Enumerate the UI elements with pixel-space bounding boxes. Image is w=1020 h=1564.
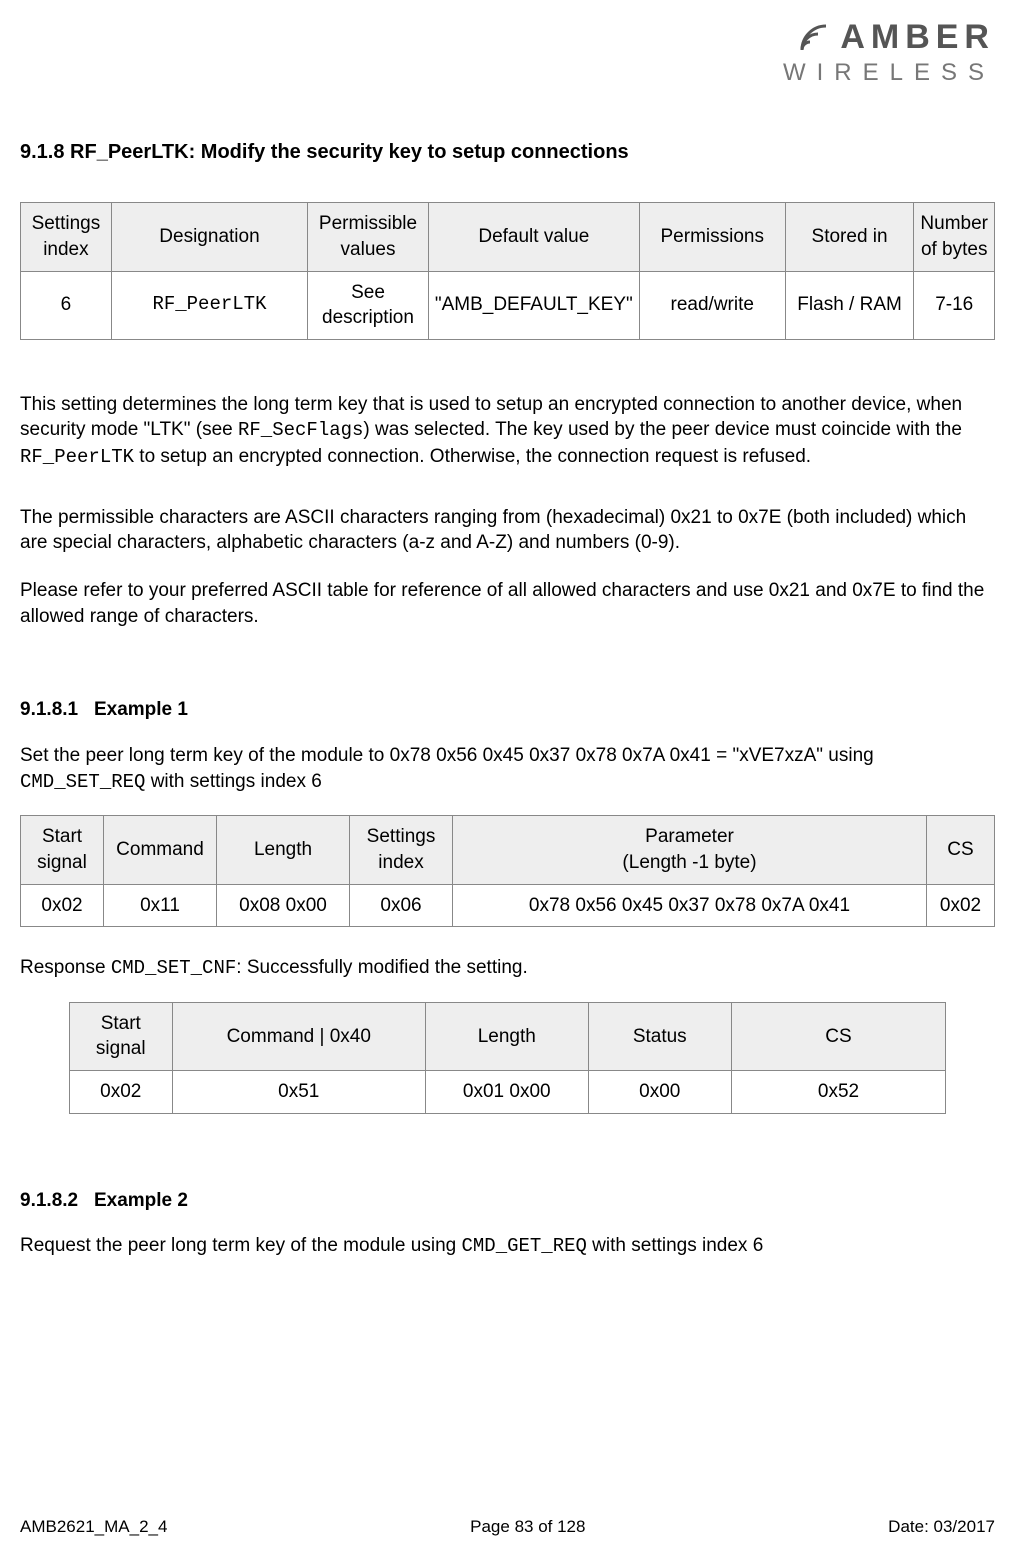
t2r1: 0x51 — [172, 1071, 425, 1114]
t1r4: 0x78 0x56 0x45 0x37 0x78 0x7A 0x41 — [453, 884, 927, 927]
th-bytes: Number of bytes — [914, 203, 995, 271]
logo-text-1: AMBER — [840, 15, 995, 61]
brand-logo: AMBER WIRELESS — [741, 15, 995, 89]
t2r3: 0x00 — [588, 1071, 731, 1114]
th-designation: Designation — [111, 203, 307, 271]
footer-left: AMB2621_MA_2_4 — [20, 1516, 167, 1539]
th-default: Default value — [428, 203, 639, 271]
t1h5: CS — [927, 816, 995, 884]
paragraph-3: Please refer to your preferred ASCII tab… — [20, 578, 995, 629]
example1-request-table: Start signal Command Length Settings ind… — [20, 815, 995, 927]
t2r0: 0x02 — [69, 1071, 172, 1114]
example2-heading: 9.1.8.2 Example 2 — [20, 1188, 995, 1214]
t2h4: CS — [731, 1002, 946, 1070]
td-permissible: See description — [308, 271, 429, 339]
td-designation: RF_PeerLTK — [111, 271, 307, 339]
settings-table: Settings index Designation Permissible v… — [20, 202, 995, 340]
th-permissions: Permissions — [639, 203, 785, 271]
example1-intro: Set the peer long term key of the module… — [20, 743, 995, 795]
td-stored: Flash / RAM — [785, 271, 914, 339]
logo-text-2: WIRELESS — [741, 57, 995, 89]
t1r1: 0x11 — [104, 884, 217, 927]
td-permissions: read/write — [639, 271, 785, 339]
t2r4: 0x52 — [731, 1071, 946, 1114]
th-permissible: Permissible values — [308, 203, 429, 271]
page-footer: AMB2621_MA_2_4 Page 83 of 128 Date: 03/2… — [20, 1516, 995, 1544]
th-stored: Stored in — [785, 203, 914, 271]
td-default: "AMB_DEFAULT_KEY" — [428, 271, 639, 339]
wave-icon — [798, 22, 838, 54]
example1-response-table: Start signal Command | 0x40 Length Statu… — [69, 1002, 947, 1114]
t1h4: Parameter(Length -1 byte) — [453, 816, 927, 884]
t1h0: Start signal — [21, 816, 104, 884]
t2h2: Length — [425, 1002, 588, 1070]
t1r3: 0x06 — [350, 884, 453, 927]
th-settings-index: Settings index — [21, 203, 112, 271]
td-index: 6 — [21, 271, 112, 339]
t2h3: Status — [588, 1002, 731, 1070]
t1r2: 0x08 0x00 — [217, 884, 350, 927]
t1r0: 0x02 — [21, 884, 104, 927]
t1h2: Length — [217, 816, 350, 884]
paragraph-1: This setting determines the long term ke… — [20, 392, 995, 471]
footer-center: Page 83 of 128 — [470, 1516, 585, 1539]
example1-heading: 9.1.8.1 Example 1 — [20, 697, 995, 723]
footer-right: Date: 03/2017 — [888, 1516, 995, 1539]
t1r5: 0x02 — [927, 884, 995, 927]
t2h1: Command | 0x40 — [172, 1002, 425, 1070]
t1h3: Settings index — [350, 816, 453, 884]
section-heading: 9.1.8 RF_PeerLTK: Modify the security ke… — [20, 139, 995, 166]
paragraph-2: The permissible characters are ASCII cha… — [20, 505, 995, 556]
t2h0: Start signal — [69, 1002, 172, 1070]
example2-intro: Request the peer long term key of the mo… — [20, 1233, 995, 1260]
example1-response-text: Response CMD_SET_CNF: Successfully modif… — [20, 955, 995, 982]
t1h1: Command — [104, 816, 217, 884]
t2r2: 0x01 0x00 — [425, 1071, 588, 1114]
td-bytes: 7-16 — [914, 271, 995, 339]
